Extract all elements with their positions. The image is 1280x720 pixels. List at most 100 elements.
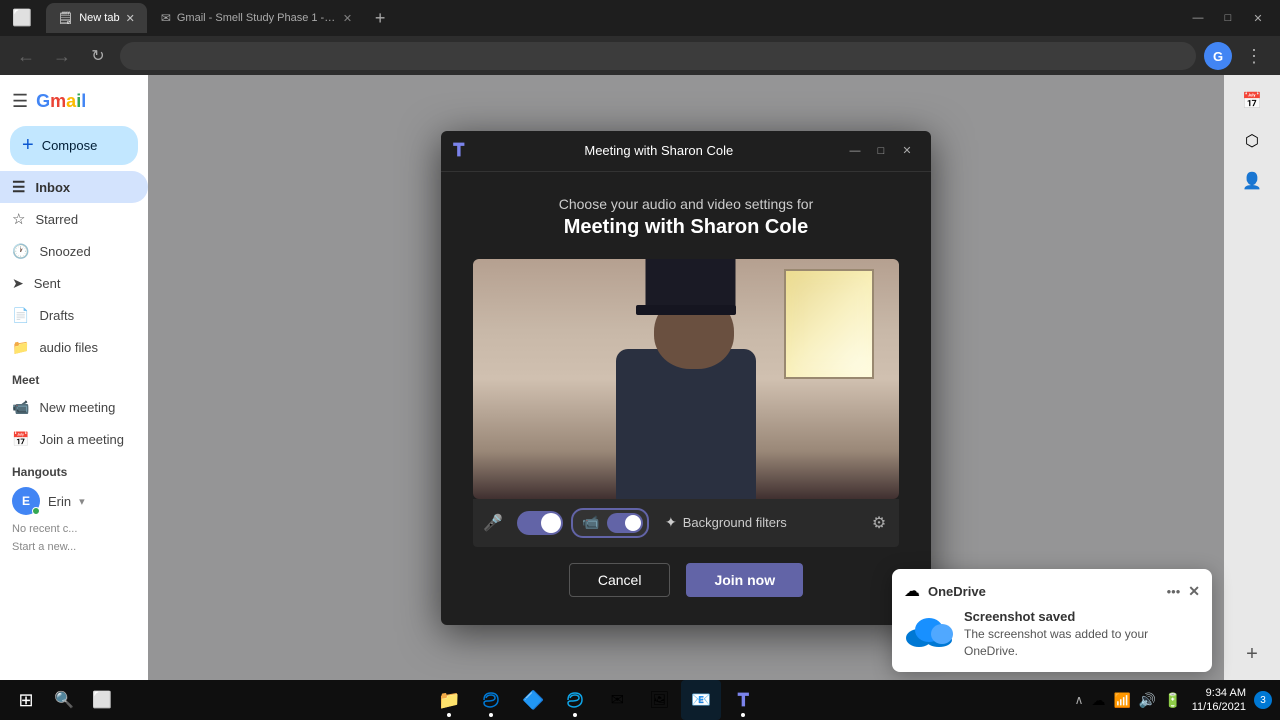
taskbar-app-3[interactable]: 🔷: [513, 680, 553, 720]
notification-app-name: OneDrive: [928, 584, 1159, 599]
gmail-sidebar: ☰ Gmail + Compose ☰ Inbox ☆ Starred 🕐 Sn…: [0, 75, 148, 680]
tab-1-favicon: 🗒: [58, 11, 73, 25]
taskbar-wifi-icon[interactable]: 📶: [1111, 692, 1132, 709]
drafts-icon: 📄: [12, 307, 29, 324]
right-panel-btn-3[interactable]: 👤: [1234, 163, 1270, 199]
hangouts-section-header: Hangouts: [0, 455, 148, 483]
tab-2[interactable]: ✉ Gmail - Smell Study Phase 1 - duplicit…: [149, 3, 364, 33]
minimize-button[interactable]: —: [1184, 4, 1212, 32]
teams-maximize-button[interactable]: □: [869, 139, 893, 163]
sidebar-item-starred[interactable]: ☆ Starred: [0, 203, 148, 235]
hangouts-username: Erin: [48, 494, 71, 509]
start-new-text: Start a new...: [0, 539, 148, 555]
right-panel-btn-1[interactable]: 📅: [1234, 83, 1270, 119]
taskbar-battery-icon[interactable]: 🔋: [1162, 692, 1183, 709]
sparkle-icon: ✦: [665, 514, 677, 531]
sidebar-item-drafts[interactable]: 📄 Drafts: [0, 299, 148, 331]
taskbar-time[interactable]: 9:34 AM 11/16/2021: [1188, 686, 1250, 715]
join-meeting-label: Join a meeting: [39, 432, 124, 447]
address-bar[interactable]: [120, 42, 1196, 70]
start-button[interactable]: ⊞: [8, 682, 44, 718]
close-button[interactable]: ✕: [1244, 4, 1272, 32]
reload-button[interactable]: ↻: [84, 42, 112, 70]
tab-1[interactable]: 🗒 New tab ✕: [46, 3, 147, 33]
taskbar-chevron[interactable]: ∧: [1073, 693, 1086, 707]
main-browser-area: 📅 ⬡ 👤 + 𝐓 Meeting with Sharon Cole — □ ✕: [148, 75, 1280, 680]
compose-label: Compose: [42, 138, 98, 153]
hamburger-menu[interactable]: ☰: [12, 91, 28, 112]
snoozed-label: Snoozed: [39, 244, 90, 259]
new-meeting-icon: 📹: [12, 399, 29, 416]
sidebar-item-audio-files[interactable]: 📁 audio files: [0, 331, 148, 363]
teams-modal: 𝐓 Meeting with Sharon Cole — □ ✕ Choose …: [441, 131, 931, 625]
background-filters-btn[interactable]: ✦ Background filters: [657, 510, 795, 535]
profile-icon[interactable]: G: [1204, 42, 1232, 70]
sidebar-toggle-btn[interactable]: ⬜: [8, 4, 36, 32]
notification-message: The screenshot was added to your OneDriv…: [964, 626, 1200, 660]
taskbar-teams[interactable]: 𝐓: [723, 680, 763, 720]
camera-icon-button[interactable]: 📹: [577, 512, 605, 534]
tab-bar: ⬜ 🗒 New tab ✕ ✉ Gmail - Smell Study Phas…: [0, 0, 1280, 36]
sidebar-item-new-meeting[interactable]: 📹 New meeting: [0, 391, 148, 423]
nav-bar: ← → ↻ G ⋮: [0, 36, 1280, 76]
tab-1-title: New tab: [79, 12, 119, 24]
taskbar-outlook[interactable]: 📧: [681, 680, 721, 720]
onedrive-large-icon: [904, 609, 954, 651]
maximize-button[interactable]: □: [1214, 4, 1242, 32]
taskbar-badge[interactable]: 3: [1254, 691, 1272, 709]
taskbar-edge-2[interactable]: [555, 680, 595, 720]
notification-body: Screenshot saved The screenshot was adde…: [904, 609, 1200, 660]
avatar: E: [12, 487, 40, 515]
teams-modal-title: Meeting with Sharon Cole: [475, 143, 843, 158]
camera-toggle-switch[interactable]: [607, 513, 643, 533]
taskbar-file-explorer[interactable]: 📁: [429, 680, 469, 720]
new-tab-button[interactable]: +: [366, 4, 394, 32]
compose-button[interactable]: + Compose: [10, 126, 138, 165]
taskbar-onedrive-icon[interactable]: ☁: [1089, 692, 1107, 709]
right-side-panel: 📅 ⬡ 👤 +: [1224, 75, 1280, 680]
audio-toggle[interactable]: [517, 511, 563, 535]
mic-button[interactable]: 🎤: [477, 507, 509, 539]
taskbar-edge[interactable]: [471, 680, 511, 720]
notification-close-icon[interactable]: ✕: [1188, 583, 1200, 600]
starred-icon: ☆: [12, 210, 25, 228]
taskbar-photos[interactable]: 🖼: [639, 680, 679, 720]
media-settings-button[interactable]: ⚙: [863, 507, 895, 539]
teams-minimize-button[interactable]: —: [843, 139, 867, 163]
meeting-name-heading: Meeting with Sharon Cole: [564, 216, 808, 239]
figure-hat: [646, 259, 736, 309]
tab-2-close[interactable]: ✕: [343, 12, 352, 25]
back-button[interactable]: ←: [12, 42, 40, 70]
sidebar-item-sent[interactable]: ➤ Sent: [0, 267, 148, 299]
right-panel-add-btn[interactable]: +: [1234, 636, 1270, 672]
sidebar-item-snoozed[interactable]: 🕐 Snoozed: [0, 235, 148, 267]
taskbar-mail[interactable]: ✉: [597, 680, 637, 720]
cancel-button[interactable]: Cancel: [569, 563, 671, 597]
hangouts-user[interactable]: E Erin ▾: [0, 483, 148, 519]
browser-chrome: ⬜ 🗒 New tab ✕ ✉ Gmail - Smell Study Phas…: [0, 0, 1280, 75]
starred-label: Starred: [35, 212, 78, 227]
search-button[interactable]: 🔍: [46, 682, 82, 718]
join-now-button[interactable]: Join now: [686, 563, 803, 597]
extensions-icon[interactable]: ⋮: [1240, 42, 1268, 70]
sidebar-item-inbox[interactable]: ☰ Inbox: [0, 171, 148, 203]
action-buttons: Cancel Join now: [569, 563, 803, 597]
teams-close-button[interactable]: ✕: [895, 139, 919, 163]
tab-1-close[interactable]: ✕: [126, 12, 135, 25]
tab-2-favicon: ✉: [161, 11, 171, 25]
teams-modal-body: Choose your audio and video settings for…: [441, 172, 931, 625]
media-controls-bar: 🎤 📹: [473, 499, 899, 547]
join-meeting-icon: 📅: [12, 431, 29, 448]
no-recent-text: No recent c...: [0, 519, 148, 539]
right-panel-btn-2[interactable]: ⬡: [1234, 123, 1270, 159]
notification-menu-icon[interactable]: •••: [1167, 584, 1181, 599]
snoozed-icon: 🕐: [12, 243, 29, 260]
sidebar-item-join-meeting[interactable]: 📅 Join a meeting: [0, 423, 148, 455]
notification-header: ☁ OneDrive ••• ✕: [904, 581, 1200, 601]
tab-2-title: Gmail - Smell Study Phase 1 - duplicitya…: [177, 12, 337, 24]
forward-button[interactable]: →: [48, 42, 76, 70]
audio-toggle-knob: [541, 513, 561, 533]
camera-toggle-group: 📹: [571, 508, 649, 538]
taskbar-volume-icon[interactable]: 🔊: [1137, 692, 1158, 709]
task-view-button[interactable]: ⬜: [84, 682, 120, 718]
